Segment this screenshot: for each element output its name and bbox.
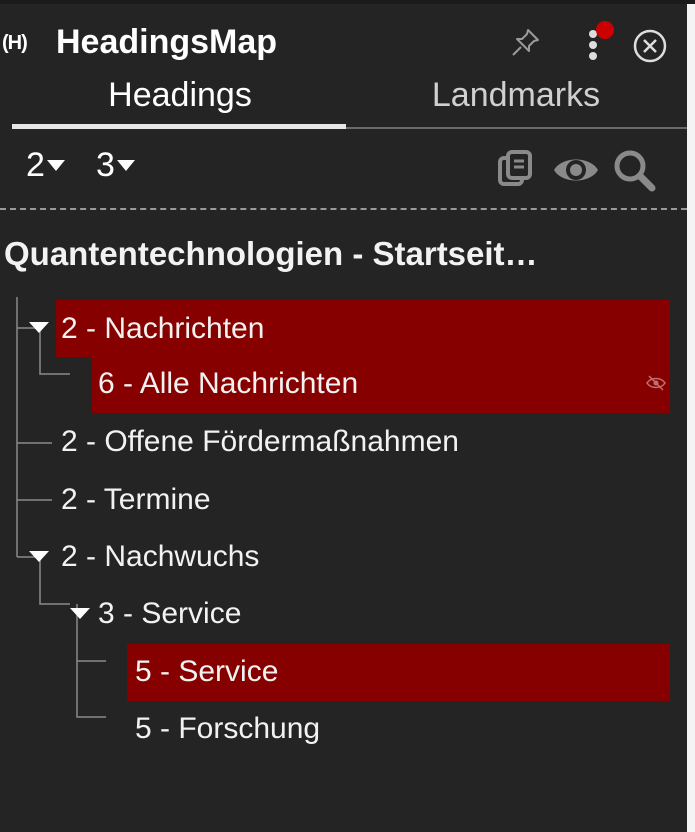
tab-headings[interactable]: Headings	[14, 76, 346, 128]
level-selector-a-label: 2	[26, 146, 45, 184]
page-title[interactable]: Quantentechnologien - Startseit…	[4, 235, 538, 273]
app-title: HeadingsMap	[56, 23, 278, 61]
active-tab-indicator	[12, 124, 346, 129]
tree-item-service-level3[interactable]: 3 - Service	[98, 599, 241, 629]
top-border	[0, 0, 695, 4]
tree-item-alle-nachrichten[interactable]: 6 - Alle Nachrichten	[98, 369, 358, 399]
expand-toggle-icon[interactable]	[29, 551, 49, 562]
title-bar: (H) HeadingsMap	[0, 6, 687, 72]
chevron-down-icon	[116, 159, 135, 171]
eye-icon[interactable]	[552, 148, 598, 192]
level-selector-a[interactable]: 2	[26, 146, 65, 185]
headingsmap-panel: (H) HeadingsMap Headings Landmarks 2 3 Q…	[0, 0, 687, 832]
level-selector-b-label: 3	[96, 146, 115, 184]
tree-item-nachrichten[interactable]: 2 - Nachrichten	[61, 314, 264, 344]
search-icon[interactable]	[612, 148, 656, 192]
copy-icon[interactable]	[494, 148, 538, 192]
tab-landmarks[interactable]: Landmarks	[346, 76, 686, 128]
level-selector-b[interactable]: 3	[96, 146, 135, 185]
tree-item-termine[interactable]: 2 - Termine	[61, 485, 211, 515]
notification-dot	[596, 21, 614, 39]
chevron-down-icon	[46, 159, 65, 171]
tree-item-service-level5[interactable]: 5 - Service	[135, 657, 278, 687]
close-icon[interactable]	[632, 28, 668, 64]
tree-item-nachwuchs[interactable]: 2 - Nachwuchs	[61, 542, 259, 572]
eye-off-icon	[646, 375, 666, 391]
toolbar-divider	[0, 208, 687, 210]
expand-toggle-icon[interactable]	[70, 608, 90, 619]
tree-item-offene-foerdermassnahmen[interactable]: 2 - Offene Fördermaßnahmen	[61, 427, 459, 457]
tree-item-forschung[interactable]: 5 - Forschung	[135, 714, 320, 744]
more-menu-icon[interactable]	[582, 20, 614, 70]
headingsmap-logo: (H)	[2, 32, 28, 54]
pin-icon[interactable]	[510, 26, 542, 58]
window-edge	[687, 0, 695, 832]
expand-toggle-icon[interactable]	[29, 322, 49, 333]
tab-divider	[346, 127, 687, 129]
